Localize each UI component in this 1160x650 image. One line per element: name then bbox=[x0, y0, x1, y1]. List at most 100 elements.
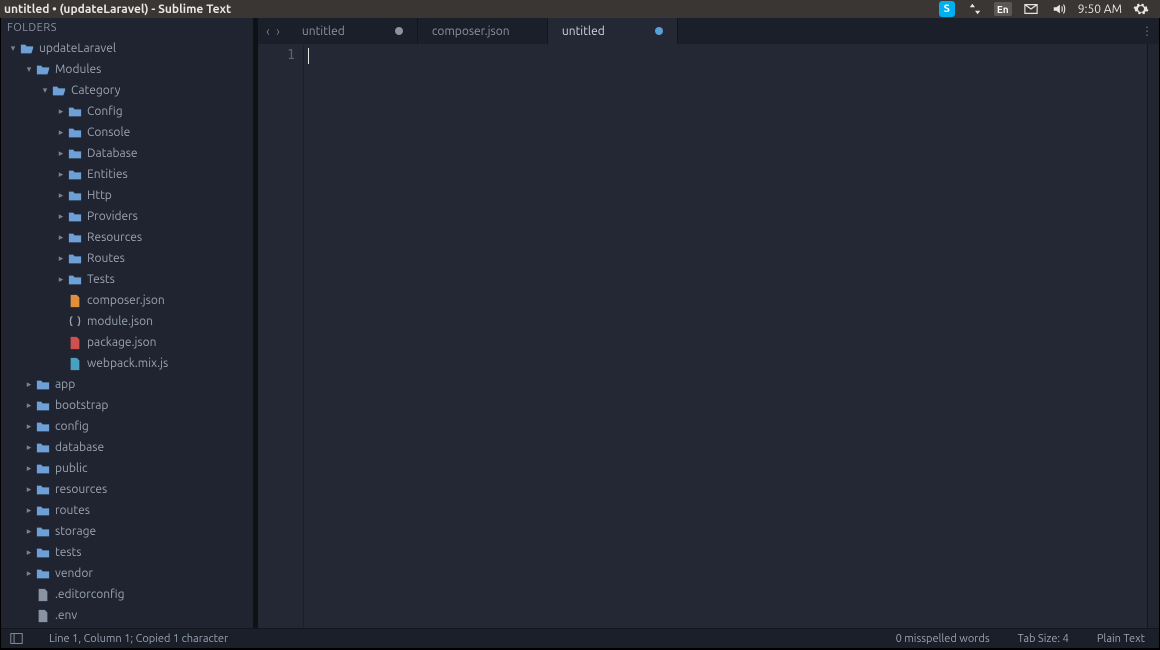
tree-item-label: config bbox=[55, 420, 89, 433]
tree-row[interactable]: ▸Entities bbox=[1, 164, 253, 185]
status-syntax[interactable]: Plain Text bbox=[1091, 633, 1151, 645]
tree-item-label: Resources bbox=[87, 231, 142, 244]
disclosure-arrow-icon[interactable]: ▸ bbox=[55, 232, 67, 243]
tree-row[interactable]: ▸app bbox=[1, 374, 253, 395]
tree-row[interactable]: ▸ database bbox=[1, 437, 253, 458]
tree-item-label: bootstrap bbox=[55, 399, 108, 412]
tree-item-label: module.json bbox=[87, 315, 153, 328]
tree-row[interactable]: ▸Database bbox=[1, 143, 253, 164]
skype-icon[interactable]: S bbox=[938, 1, 956, 17]
tree-row[interactable]: ▸resources bbox=[1, 479, 253, 500]
tree-row[interactable]: composer.json bbox=[1, 290, 253, 311]
disclosure-arrow-icon[interactable]: ▾ bbox=[39, 85, 51, 96]
disclosure-arrow-icon[interactable]: ▸ bbox=[23, 505, 35, 516]
nav-back-icon[interactable]: ‹ bbox=[266, 23, 270, 39]
code-area[interactable] bbox=[304, 44, 1147, 628]
editor-tab[interactable]: composer.json bbox=[418, 18, 548, 44]
tree-item-label: tests bbox=[55, 546, 81, 559]
tree-item-label: database bbox=[55, 441, 104, 454]
tree-row[interactable]: ▸ Resources bbox=[1, 227, 253, 248]
disclosure-arrow-icon[interactable]: ▸ bbox=[23, 442, 35, 453]
filejson-icon bbox=[67, 314, 83, 330]
folder-icon bbox=[35, 440, 51, 456]
network-updown-icon[interactable] bbox=[966, 1, 984, 17]
folder-icon bbox=[35, 398, 51, 414]
disclosure-arrow-icon[interactable]: ▸ bbox=[23, 379, 35, 390]
tree-item-label: Tests bbox=[87, 273, 115, 286]
disclosure-arrow-icon[interactable]: ▾ bbox=[7, 43, 19, 54]
disclosure-arrow-icon[interactable]: ▸ bbox=[23, 400, 35, 411]
disclosure-arrow-icon[interactable]: ▸ bbox=[23, 547, 35, 558]
status-cursor[interactable]: Line 1, Column 1; Copied 1 character bbox=[43, 633, 234, 645]
sound-icon[interactable] bbox=[1050, 1, 1068, 17]
tree-item-label: updateLaravel bbox=[39, 42, 116, 55]
disclosure-arrow-icon[interactable]: ▸ bbox=[55, 211, 67, 222]
editor-area: ‹ › untitledcomposer.jsonuntitled ⋮ 1 bbox=[258, 18, 1159, 628]
disclosure-arrow-icon[interactable]: ▸ bbox=[55, 148, 67, 159]
tab-bar: ‹ › untitled composer.json untitled ⋮ bbox=[258, 18, 1159, 44]
tree-row[interactable]: ▸ vendor bbox=[1, 563, 253, 584]
tree-row[interactable]: webpack.mix.js bbox=[1, 353, 253, 374]
tree-row[interactable]: ▸ Tests bbox=[1, 269, 253, 290]
tree-item-label: vendor bbox=[55, 567, 93, 580]
tree-row[interactable]: ▸ config bbox=[1, 416, 253, 437]
filegeneric-icon bbox=[35, 608, 51, 624]
disclosure-arrow-icon[interactable]: ▸ bbox=[55, 106, 67, 117]
tree-item-label: Category bbox=[71, 84, 120, 97]
minimap-scrollbar[interactable] bbox=[1147, 44, 1159, 628]
tab-dirty-indicator-icon bbox=[395, 27, 403, 35]
tree-item-label: routes bbox=[55, 504, 90, 517]
tree-row[interactable]: package.json bbox=[1, 332, 253, 353]
disclosure-arrow-icon[interactable]: ▸ bbox=[55, 127, 67, 138]
tree-row[interactable]: .env bbox=[1, 605, 253, 626]
folder-icon bbox=[35, 461, 51, 477]
tree-row[interactable]: ▸ routes bbox=[1, 500, 253, 521]
tab-overflow-menu-icon[interactable]: ⋮ bbox=[1135, 18, 1159, 44]
tree-row[interactable]: ▾ updateLaravel bbox=[1, 38, 253, 59]
folder-tree[interactable]: ▾updateLaravel▾Modules▾Category▸Config▸C… bbox=[1, 38, 253, 628]
tree-row[interactable]: .editorconfig bbox=[1, 584, 253, 605]
language-indicator[interactable]: En bbox=[994, 1, 1012, 17]
folder-icon bbox=[35, 524, 51, 540]
folder-icon bbox=[35, 503, 51, 519]
disclosure-arrow-icon[interactable]: ▸ bbox=[23, 526, 35, 537]
tree-row[interactable]: ▸public bbox=[1, 458, 253, 479]
tree-row[interactable]: ▸ Http bbox=[1, 185, 253, 206]
settings-gear-icon[interactable] bbox=[1132, 1, 1150, 17]
tree-row[interactable]: ▾Modules bbox=[1, 59, 253, 80]
nav-forward-icon[interactable]: › bbox=[276, 23, 280, 39]
tree-row[interactable]: module.json bbox=[1, 311, 253, 332]
disclosure-arrow-icon[interactable]: ▸ bbox=[55, 169, 67, 180]
disclosure-arrow-icon[interactable]: ▸ bbox=[55, 190, 67, 201]
editor-tab[interactable]: untitled bbox=[548, 18, 678, 44]
folder-icon bbox=[67, 272, 83, 288]
tab-history-nav: ‹ › bbox=[258, 18, 288, 44]
tree-row[interactable]: ▸storage bbox=[1, 521, 253, 542]
clock[interactable]: 9:50 AM bbox=[1078, 3, 1122, 16]
disclosure-arrow-icon[interactable]: ▸ bbox=[23, 421, 35, 432]
disclosure-arrow-icon[interactable]: ▸ bbox=[55, 274, 67, 285]
tree-row[interactable]: ▸Providers bbox=[1, 206, 253, 227]
disclosure-arrow-icon[interactable]: ▸ bbox=[23, 568, 35, 579]
status-spell[interactable]: 0 misspelled words bbox=[890, 633, 996, 645]
tree-row[interactable]: ▸ bootstrap bbox=[1, 395, 253, 416]
tree-row[interactable]: ▸Console bbox=[1, 122, 253, 143]
tree-row[interactable]: ▸Config bbox=[1, 101, 253, 122]
disclosure-arrow-icon[interactable]: ▸ bbox=[23, 463, 35, 474]
tree-row[interactable]: ▾ Category bbox=[1, 80, 253, 101]
editor-tab[interactable]: untitled bbox=[288, 18, 418, 44]
text-cursor bbox=[308, 48, 309, 64]
panel-switch-icon[interactable] bbox=[9, 632, 23, 646]
disclosure-arrow-icon[interactable]: ▾ bbox=[23, 64, 35, 75]
tree-row[interactable]: ▸ tests bbox=[1, 542, 253, 563]
folder-icon bbox=[67, 104, 83, 120]
status-tabsize[interactable]: Tab Size: 4 bbox=[1012, 633, 1075, 645]
disclosure-arrow-icon[interactable]: ▸ bbox=[23, 484, 35, 495]
tree-row[interactable]: ▸Routes bbox=[1, 248, 253, 269]
tree-item-label: Http bbox=[87, 189, 112, 202]
disclosure-arrow-icon[interactable]: ▸ bbox=[55, 253, 67, 264]
folder-icon bbox=[67, 251, 83, 267]
folder-icon bbox=[67, 230, 83, 246]
tab-label: composer.json bbox=[432, 25, 510, 38]
mail-icon[interactable] bbox=[1022, 1, 1040, 17]
